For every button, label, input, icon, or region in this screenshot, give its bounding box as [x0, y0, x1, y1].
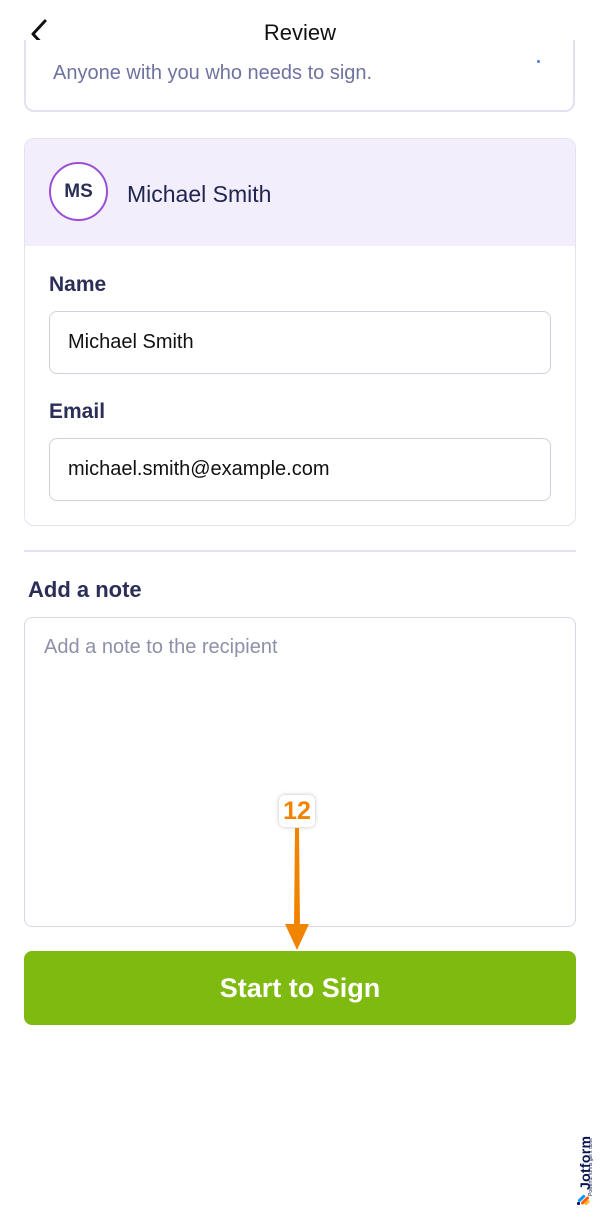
jotform-watermark: Jotform Powerful forms get it done — [573, 1125, 597, 1209]
recipient-card: MS Michael Smith Name Michael Smith Emai… — [24, 138, 576, 526]
avatar: MS — [49, 162, 108, 221]
jotform-logo-icon — [577, 1194, 590, 1205]
indicator-dot — [537, 60, 540, 63]
name-label: Name — [49, 273, 107, 296]
arrow-down-icon — [285, 828, 309, 950]
signer-helper-text: Anyone with you who needs to sign. — [53, 62, 373, 84]
section-divider — [24, 550, 576, 552]
email-label: Email — [49, 400, 106, 423]
brand-tagline: Powerful forms get it done — [588, 1137, 594, 1196]
step-number-badge: 12 — [279, 795, 315, 827]
note-label: Add a note — [28, 577, 142, 602]
email-field[interactable]: michael.smith@example.com — [49, 438, 551, 501]
recipient-name: Michael Smith — [127, 181, 272, 207]
name-field[interactable]: Michael Smith — [49, 311, 551, 374]
previous-signer-card: Anyone with you who needs to sign. — [24, 40, 575, 112]
start-to-sign-button[interactable]: Start to Sign — [24, 951, 576, 1025]
recipient-header: MS Michael Smith — [25, 139, 575, 246]
